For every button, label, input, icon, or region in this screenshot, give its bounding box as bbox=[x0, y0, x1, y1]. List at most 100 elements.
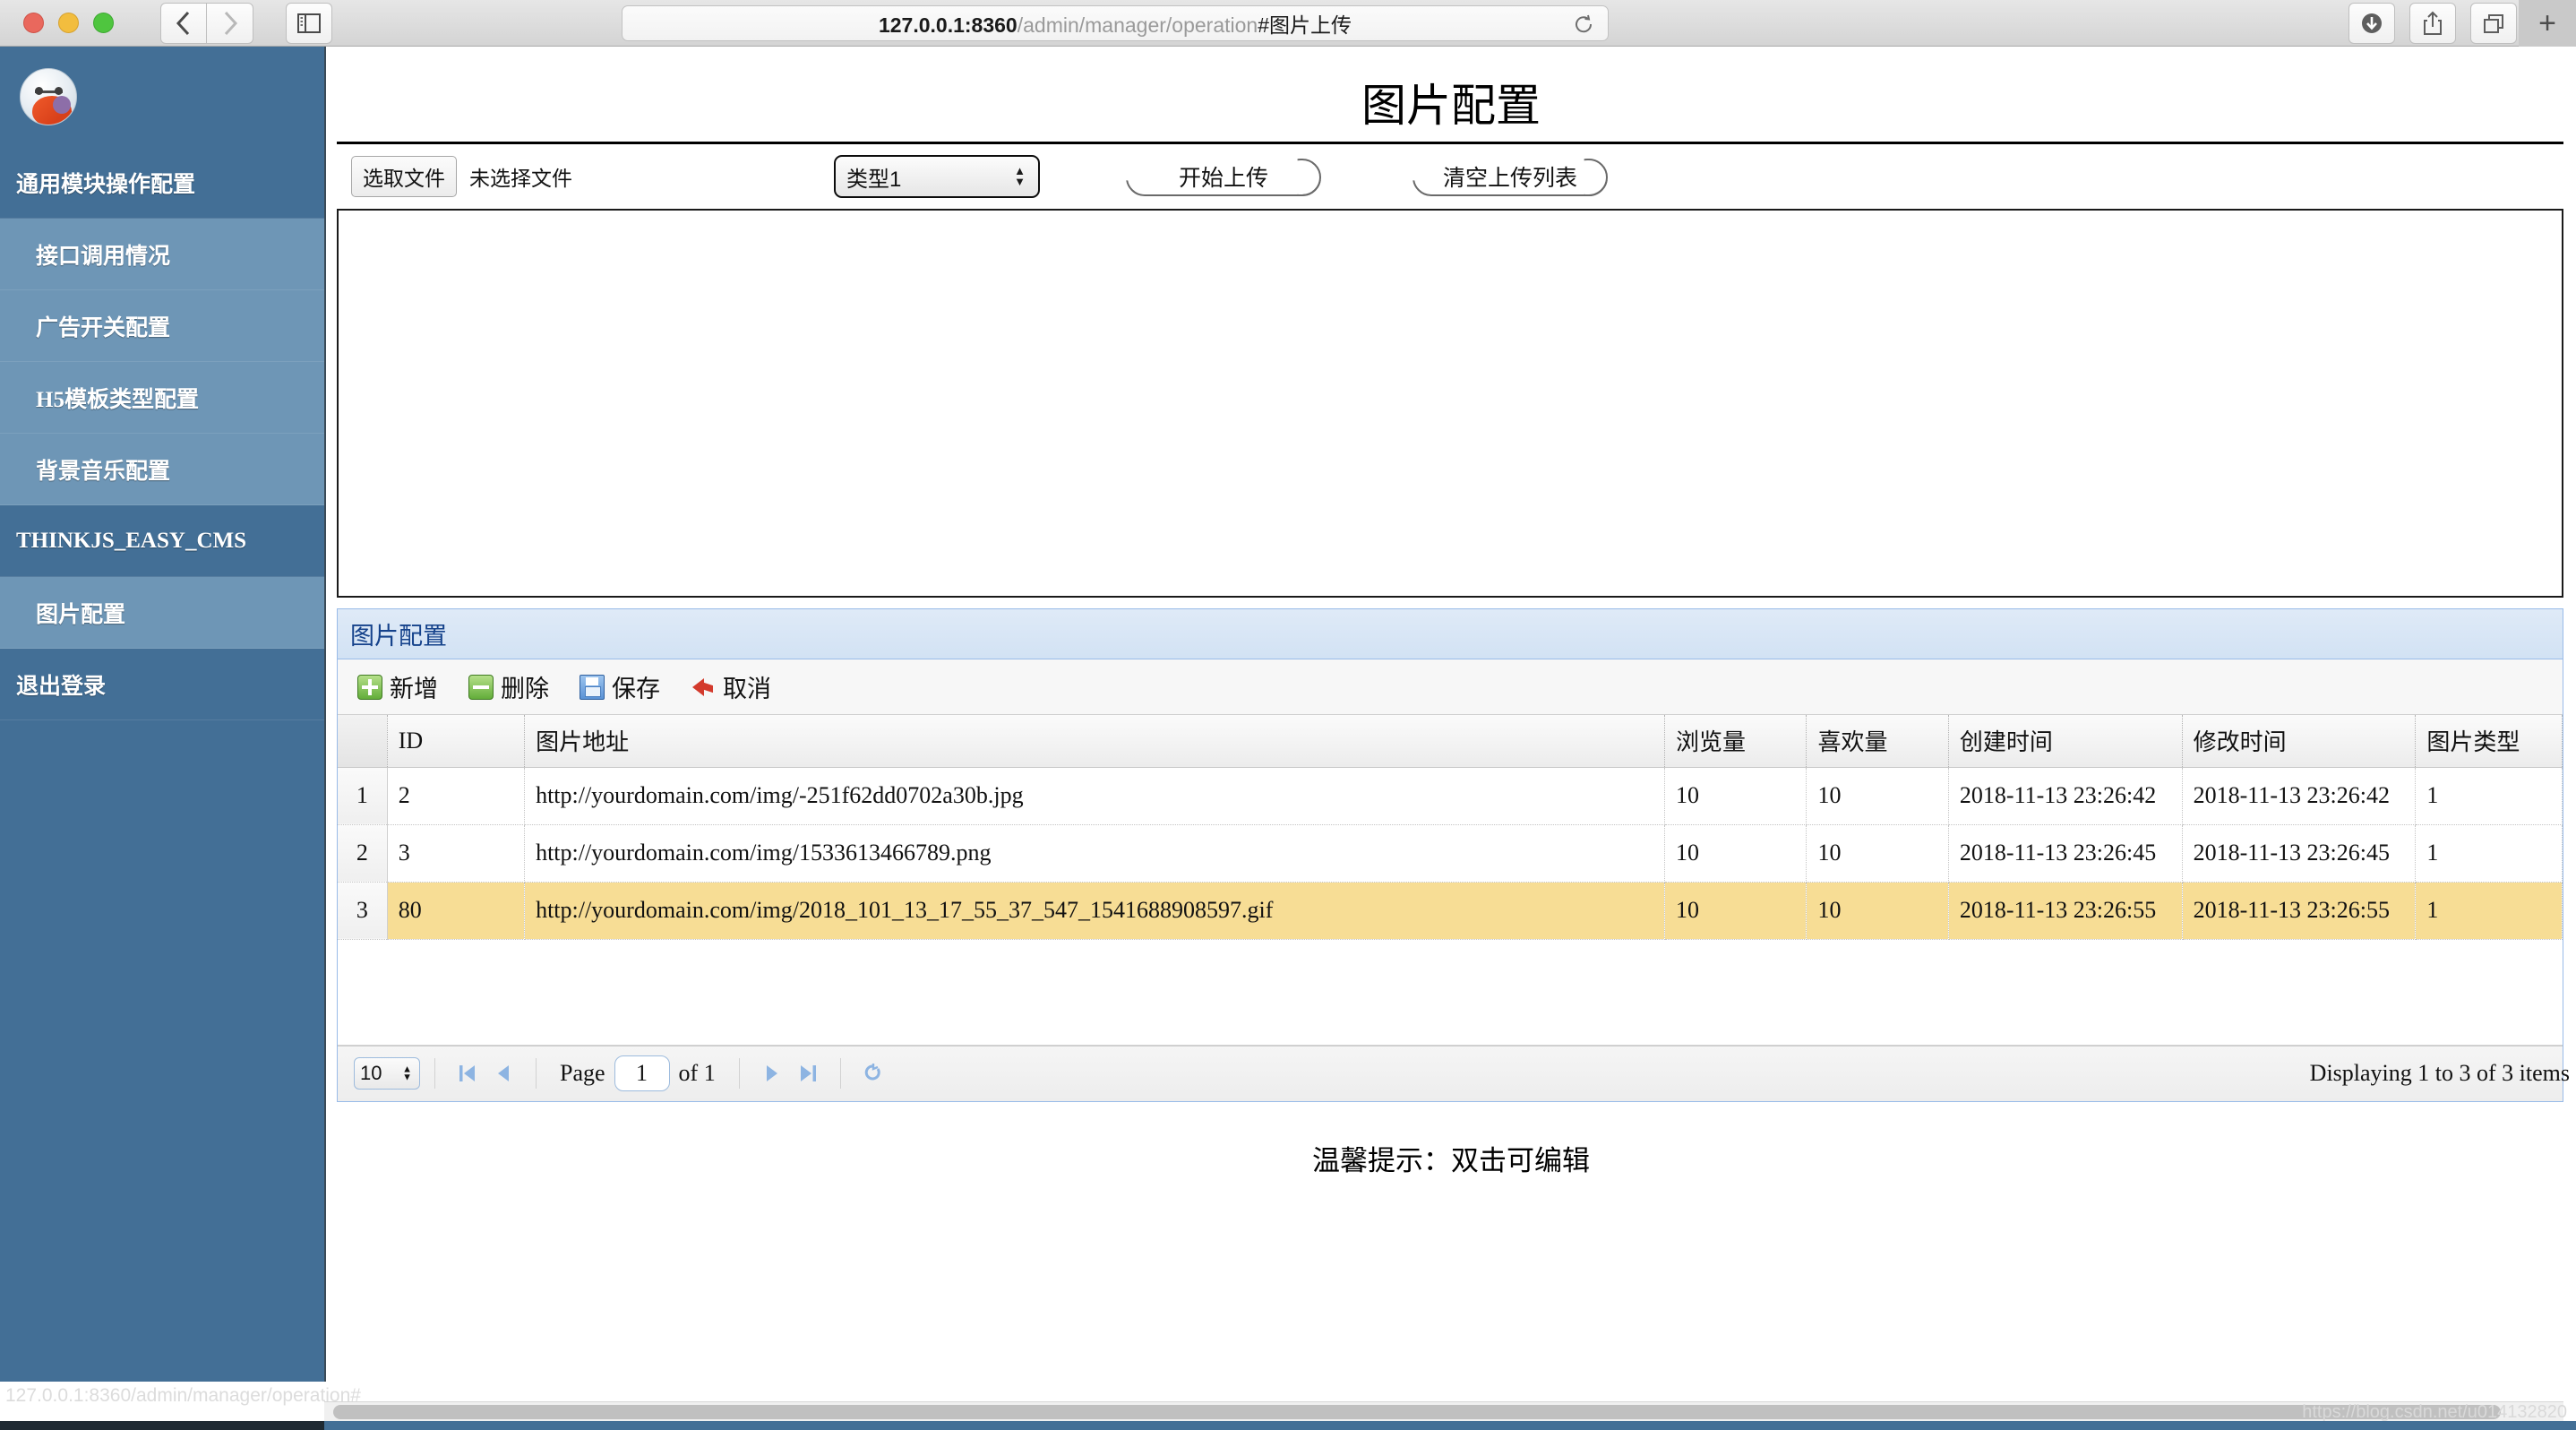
cell-likes[interactable]: 10 bbox=[1806, 767, 1949, 825]
new-tab-label: + bbox=[2538, 6, 2556, 40]
cell-created[interactable]: 2018-11-13 23:26:55 bbox=[1948, 882, 2183, 940]
sidebar-item-label: 图片配置 bbox=[36, 602, 126, 627]
display-info-text: Displaying 1 to 3 of 3 items bbox=[2309, 1060, 2570, 1086]
cancel-icon bbox=[691, 675, 716, 700]
new-tab-button[interactable]: + bbox=[2519, 0, 2576, 47]
upload-preview-dropzone[interactable] bbox=[337, 209, 2563, 598]
sidebar-item-image-config[interactable]: 图片配置 bbox=[0, 577, 324, 649]
column-header-imagetype[interactable]: 图片类型 bbox=[2415, 715, 2563, 768]
sidebar-group-thinkjs-easy-cms[interactable]: THINKJS_EASY_CMS bbox=[0, 505, 324, 577]
cell-url[interactable]: http://yourdomain.com/img/2018_101_13_17… bbox=[524, 882, 1665, 940]
sidebar-item-h5-template-config[interactable]: H5模板类型配置 bbox=[0, 362, 324, 434]
sidebar-item-label: 背景音乐配置 bbox=[36, 459, 171, 484]
page-label: Page bbox=[560, 1060, 605, 1086]
browser-actions bbox=[2348, 3, 2517, 44]
save-label: 保存 bbox=[612, 676, 660, 702]
prev-page-button[interactable] bbox=[485, 1055, 521, 1091]
chevron-left-icon bbox=[176, 11, 190, 35]
column-header-url[interactable]: 图片地址 bbox=[524, 715, 1665, 768]
next-page-button[interactable] bbox=[754, 1055, 790, 1091]
page-of-label: of 1 bbox=[678, 1060, 716, 1086]
delete-row-button[interactable]: 删除 bbox=[468, 669, 549, 704]
column-header-likes[interactable]: 喜欢量 bbox=[1806, 715, 1949, 768]
last-page-icon bbox=[800, 1065, 816, 1081]
cell-views[interactable]: 10 bbox=[1664, 824, 1807, 883]
cell-imagetype[interactable]: 1 bbox=[2415, 824, 2563, 883]
back-button[interactable] bbox=[160, 2, 207, 44]
image-type-select[interactable]: 类型1 ▲ ▼ bbox=[834, 155, 1040, 198]
share-button[interactable] bbox=[2409, 3, 2456, 44]
column-header-modified[interactable]: 修改时间 bbox=[2182, 715, 2417, 768]
pager-divider bbox=[434, 1058, 435, 1089]
download-icon bbox=[2362, 13, 2382, 33]
table-header-row: ID 图片地址 浏览量 喜欢量 创建时间 修改时间 图片类型 bbox=[338, 715, 2563, 768]
cell-id[interactable]: 80 bbox=[387, 882, 526, 940]
cell-imagetype[interactable]: 1 bbox=[2415, 882, 2563, 940]
sidebar-item-bgm-config[interactable]: 背景音乐配置 bbox=[0, 434, 324, 505]
cell-id[interactable]: 3 bbox=[387, 824, 526, 883]
cell-created[interactable]: 2018-11-13 23:26:45 bbox=[1948, 824, 2183, 883]
refresh-grid-button[interactable] bbox=[855, 1055, 891, 1091]
share-icon bbox=[2424, 11, 2442, 35]
cell-modified[interactable]: 2018-11-13 23:26:55 bbox=[2182, 882, 2417, 940]
start-upload-label: 开始上传 bbox=[1178, 166, 1268, 191]
cell-imagetype[interactable]: 1 bbox=[2415, 767, 2563, 825]
url-host: 127.0.0.1:8360 bbox=[878, 13, 1018, 37]
cell-views[interactable]: 10 bbox=[1664, 767, 1807, 825]
sidebar-group-general-config[interactable]: 通用模块操作配置 bbox=[0, 147, 324, 219]
save-button[interactable]: 保存 bbox=[580, 669, 660, 704]
column-header-views[interactable]: 浏览量 bbox=[1664, 715, 1807, 768]
select-arrows-icon: ▲ ▼ bbox=[402, 1064, 412, 1083]
sidebar-item-label: 广告开关配置 bbox=[36, 315, 171, 340]
table-row[interactable]: 2 3 http://yourdomain.com/img/1533613466… bbox=[338, 824, 2563, 883]
reload-button[interactable] bbox=[1574, 14, 1593, 34]
sidebar-toggle-button[interactable] bbox=[286, 2, 332, 44]
cell-modified[interactable]: 2018-11-13 23:26:42 bbox=[2182, 767, 2417, 825]
column-header-rownum[interactable] bbox=[338, 715, 388, 768]
last-page-button[interactable] bbox=[790, 1055, 826, 1091]
downloads-button[interactable] bbox=[2348, 3, 2395, 44]
start-upload-button[interactable]: 开始上传 bbox=[1121, 155, 1327, 198]
maximize-window-button[interactable] bbox=[93, 13, 114, 33]
url-path: /admin/manager/operation bbox=[1017, 13, 1258, 37]
add-row-button[interactable]: 新增 bbox=[357, 669, 438, 704]
address-bar[interactable]: 127.0.0.1:8360/admin/manager/operation#图… bbox=[622, 5, 1609, 41]
scrollbar-thumb[interactable] bbox=[333, 1405, 2501, 1419]
cell-created[interactable]: 2018-11-13 23:26:42 bbox=[1948, 767, 2183, 825]
page-number-input[interactable]: 1 bbox=[614, 1055, 670, 1091]
browser-toolbar: 127.0.0.1:8360/admin/manager/operation#图… bbox=[0, 0, 2576, 47]
first-page-button[interactable] bbox=[450, 1055, 485, 1091]
clear-upload-list-label: 清空上传列表 bbox=[1442, 166, 1577, 191]
cell-id[interactable]: 2 bbox=[387, 767, 526, 825]
cell-likes[interactable]: 10 bbox=[1806, 824, 1949, 883]
bottom-strip bbox=[0, 1421, 2576, 1430]
tab-overview-button[interactable] bbox=[2470, 3, 2517, 44]
choose-file-button[interactable]: 选取文件 bbox=[351, 156, 457, 197]
forward-button[interactable] bbox=[207, 2, 253, 44]
minimize-window-button[interactable] bbox=[58, 13, 79, 33]
cell-modified[interactable]: 2018-11-13 23:26:45 bbox=[2182, 824, 2417, 883]
clear-upload-list-button[interactable]: 清空上传列表 bbox=[1407, 155, 1613, 198]
sidebar-item-ad-switch-config[interactable]: 广告开关配置 bbox=[0, 290, 324, 362]
sidebar-item-label: 接口调用情况 bbox=[36, 244, 171, 269]
column-header-id[interactable]: ID bbox=[387, 715, 526, 768]
save-icon bbox=[580, 674, 605, 700]
page-size-select[interactable]: 10 ▲ ▼ bbox=[354, 1057, 420, 1090]
grid-panel-title: 图片配置 bbox=[338, 609, 2563, 659]
cancel-button[interactable]: 取消 bbox=[691, 669, 771, 704]
cell-likes[interactable]: 10 bbox=[1806, 882, 1949, 940]
file-input[interactable]: 选取文件 未选择文件 bbox=[351, 156, 572, 197]
horizontal-scrollbar[interactable] bbox=[324, 1401, 2563, 1421]
column-header-created[interactable]: 创建时间 bbox=[1948, 715, 2183, 768]
sidebar-logo[interactable] bbox=[0, 47, 324, 147]
cell-url[interactable]: http://yourdomain.com/img/1533613466789.… bbox=[524, 824, 1665, 883]
no-file-selected-text: 未选择文件 bbox=[469, 167, 572, 190]
close-window-button[interactable] bbox=[23, 13, 44, 33]
table-row[interactable]: 1 2 http://yourdomain.com/img/-251f62dd0… bbox=[338, 767, 2563, 825]
cell-url[interactable]: http://yourdomain.com/img/-251f62dd0702a… bbox=[524, 767, 1665, 825]
sidebar-item-logout[interactable]: 退出登录 bbox=[0, 649, 324, 720]
table-row-selected[interactable]: 3 80 http://yourdomain.com/img/2018_101_… bbox=[338, 882, 2563, 940]
delete-row-label: 删除 bbox=[501, 676, 549, 702]
sidebar-item-api-usage[interactable]: 接口调用情况 bbox=[0, 219, 324, 290]
cell-views[interactable]: 10 bbox=[1664, 882, 1807, 940]
